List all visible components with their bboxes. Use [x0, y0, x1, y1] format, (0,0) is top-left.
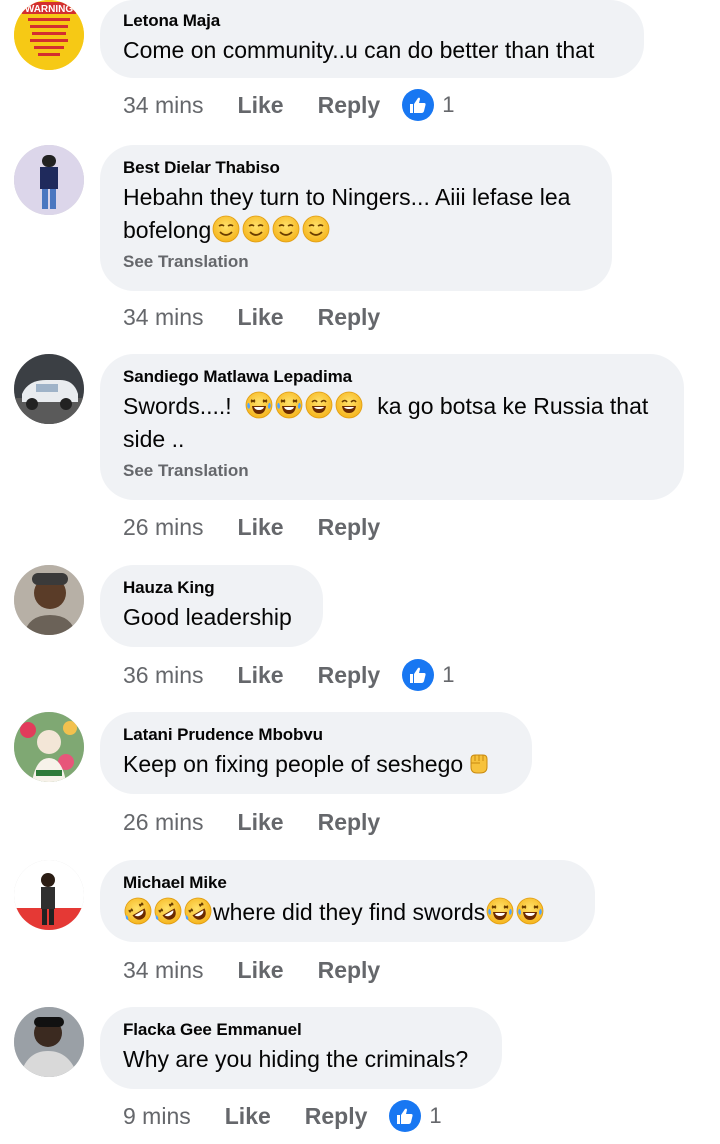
- rofl-emoji-icon: [154, 897, 182, 925]
- reaction-count: 1: [429, 1103, 442, 1128]
- commenter-name[interactable]: Michael Mike: [123, 872, 571, 894]
- raised-fist-emoji-icon: [464, 749, 492, 777]
- smirk-emoji-icon: [272, 215, 300, 243]
- comment-bubble: Sandiego Matlawa Lepadima Swords....! ka…: [100, 354, 684, 500]
- reply-button[interactable]: Reply: [305, 1103, 368, 1130]
- thumbs-up-icon: [389, 1100, 422, 1132]
- comment-time[interactable]: 9 mins: [123, 1103, 191, 1130]
- laugh-cry-emoji-icon: [275, 391, 303, 419]
- comment-time[interactable]: 34 mins: [123, 92, 204, 119]
- see-translation-link[interactable]: See Translation: [123, 458, 660, 484]
- laugh-cry-emoji-icon: [245, 391, 273, 419]
- laugh-cry-emoji-icon: [516, 897, 544, 925]
- reaction-summary[interactable]: 1: [402, 659, 454, 691]
- commenter-name[interactable]: Letona Maja: [123, 10, 620, 32]
- like-button[interactable]: Like: [238, 957, 284, 984]
- comment-text: Keep on fixing people of seshego: [123, 748, 508, 781]
- smirk-emoji-icon: [302, 215, 330, 243]
- comment-meta: 9 mins Like Reply 1: [123, 1099, 442, 1133]
- avatar[interactable]: [14, 1007, 84, 1077]
- comment-bubble: Hauza King Good leadership: [100, 565, 323, 647]
- commenter-name[interactable]: Best Dielar Thabiso: [123, 157, 588, 179]
- like-button[interactable]: Like: [225, 1103, 271, 1130]
- comment-text-line: bofelong: [123, 217, 212, 243]
- reply-button[interactable]: Reply: [318, 809, 381, 836]
- comment-text: where did they find swords: [123, 896, 571, 929]
- reply-button[interactable]: Reply: [318, 92, 381, 119]
- comment-meta: 34 mins Like Reply 1: [123, 88, 454, 122]
- svg-text:WARNING: WARNING: [25, 4, 74, 15]
- commenter-name[interactable]: Hauza King: [123, 577, 299, 599]
- rofl-emoji-icon: [124, 897, 152, 925]
- grin-emoji-icon: [335, 391, 363, 419]
- avatar[interactable]: [14, 860, 84, 930]
- comment-bubble: Flacka Gee Emmanuel Why are you hiding t…: [100, 1007, 502, 1089]
- reaction-count: 1: [442, 92, 455, 117]
- reply-button[interactable]: Reply: [318, 304, 381, 331]
- comment-text: Good leadership: [123, 604, 292, 630]
- comment-meta: 34 mins Like Reply: [123, 953, 402, 987]
- comment-text-line: ka go botsa ke Russia that: [377, 393, 649, 419]
- reaction-count: 1: [442, 662, 455, 687]
- avatar[interactable]: [14, 565, 84, 635]
- reply-button[interactable]: Reply: [318, 662, 381, 689]
- commenter-name[interactable]: Latani Prudence Mbobvu: [123, 724, 508, 746]
- comment-text: Come on community..u can do better than …: [123, 37, 595, 63]
- comment-time[interactable]: 26 mins: [123, 514, 204, 541]
- avatar[interactable]: [14, 145, 84, 215]
- comment-time[interactable]: 34 mins: [123, 304, 204, 331]
- comment-text-line: side ..: [123, 426, 185, 452]
- comment-meta: 26 mins Like Reply: [123, 510, 402, 544]
- comment-text-line: Hebahn they turn to Ningers... Aiii lefa…: [123, 184, 571, 210]
- reply-button[interactable]: Reply: [318, 957, 381, 984]
- comment-meta: 36 mins Like Reply 1: [123, 658, 454, 692]
- comment-time[interactable]: 26 mins: [123, 809, 204, 836]
- comment-text: Why are you hiding the criminals?: [123, 1046, 469, 1072]
- comment-text: Hebahn they turn to Ningers... Aiii lefa…: [123, 181, 588, 247]
- comment-text-line: where did they find swords: [213, 899, 486, 925]
- commenter-name[interactable]: Sandiego Matlawa Lepadima: [123, 366, 660, 388]
- comment-time[interactable]: 36 mins: [123, 662, 204, 689]
- comment-meta: 34 mins Like Reply: [123, 300, 402, 334]
- laugh-cry-emoji-icon: [486, 897, 514, 925]
- avatar[interactable]: [14, 712, 84, 782]
- like-button[interactable]: Like: [238, 809, 284, 836]
- comment-bubble: Best Dielar Thabiso Hebahn they turn to …: [100, 145, 612, 291]
- comment-text-line: Keep on fixing people of seshego: [123, 751, 464, 777]
- grin-emoji-icon: [305, 391, 333, 419]
- rofl-emoji-icon: [184, 897, 212, 925]
- comment-text-line: Swords....!: [123, 393, 232, 419]
- see-translation-link[interactable]: See Translation: [123, 249, 588, 275]
- avatar[interactable]: [14, 354, 84, 424]
- reply-button[interactable]: Reply: [318, 514, 381, 541]
- comment-time[interactable]: 34 mins: [123, 957, 204, 984]
- comment-bubble: Letona Maja Come on community..u can do …: [100, 0, 644, 78]
- like-button[interactable]: Like: [238, 92, 284, 119]
- comment-meta: 26 mins Like Reply: [123, 805, 402, 839]
- comment-bubble: Latani Prudence Mbobvu Keep on fixing pe…: [100, 712, 532, 794]
- comment-bubble: Michael Mike where did they find swords: [100, 860, 595, 942]
- avatar[interactable]: WARNING: [14, 0, 84, 70]
- thumbs-up-icon: [402, 89, 435, 121]
- reaction-summary[interactable]: 1: [389, 1100, 442, 1132]
- reaction-summary[interactable]: 1: [402, 89, 454, 121]
- smirk-emoji-icon: [212, 215, 240, 243]
- smirk-emoji-icon: [242, 215, 270, 243]
- like-button[interactable]: Like: [238, 662, 284, 689]
- commenter-name[interactable]: Flacka Gee Emmanuel: [123, 1019, 478, 1041]
- like-button[interactable]: Like: [238, 514, 284, 541]
- like-button[interactable]: Like: [238, 304, 284, 331]
- thumbs-up-icon: [402, 659, 435, 691]
- comment-text: Swords....! ka go botsa ke Russia that si…: [123, 390, 660, 456]
